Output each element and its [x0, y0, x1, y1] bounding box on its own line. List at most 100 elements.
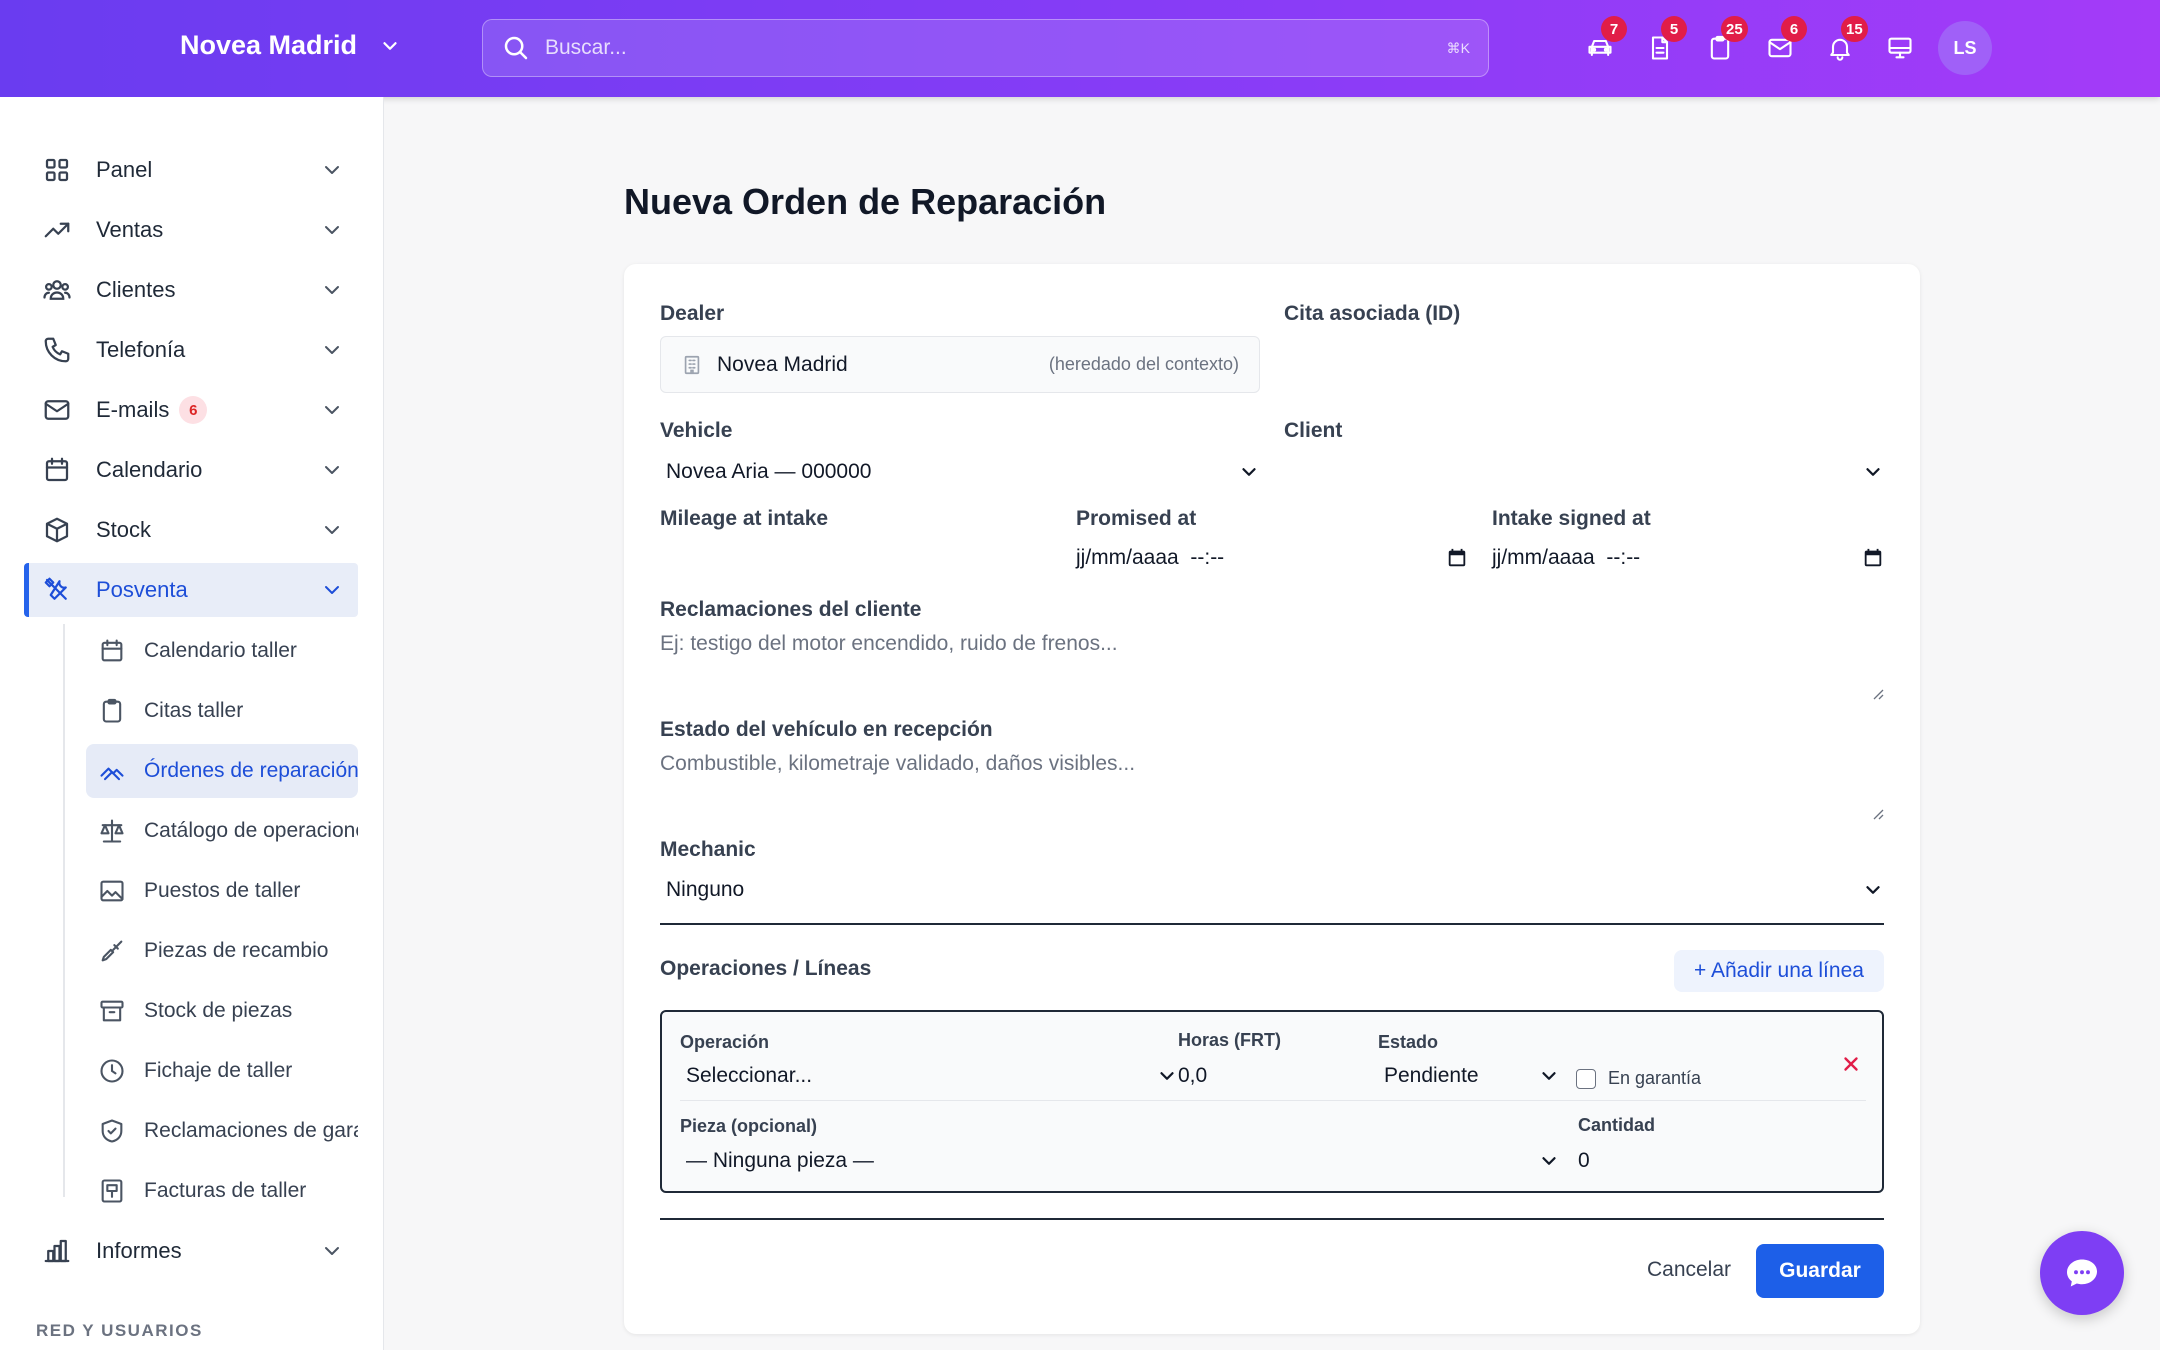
sidebar-item-informes[interactable]: Informes	[24, 1224, 358, 1278]
save-button[interactable]: Guardar	[1756, 1244, 1884, 1298]
sidebar-item-label: Stock	[96, 517, 152, 542]
grid-icon	[45, 158, 69, 182]
sidebar-item-stock[interactable]: Stock	[24, 503, 358, 557]
footer-divider	[660, 1218, 1884, 1220]
sidebar-item-telefonia[interactable]: Telefonía	[24, 323, 358, 377]
tools-icon	[44, 577, 67, 600]
sidebar-section-label: RED Y USUARIOS	[36, 1321, 203, 1340]
sidebar-subitem-stock-piezas[interactable]: Stock de piezas	[86, 984, 358, 1038]
sidebar-subitem-calendario-taller[interactable]: Calendario taller	[86, 624, 358, 678]
sidebar-subitem-catalogo-operaciones[interactable]: Catálogo de operaciones	[86, 804, 358, 858]
claims-placeholder: Ej: testigo del motor encendido, ruido d…	[660, 632, 1118, 655]
repair-order-form: Dealer Novea Madrid (heredado del contex…	[624, 264, 1920, 1334]
sidebar-subitem-piezas-recambio[interactable]: Piezas de recambio	[86, 924, 358, 978]
sidebar-item-clientes[interactable]: Clientes	[24, 263, 358, 317]
sidebar-subitem-reclamaciones-garantia[interactable]: Reclamaciones de garantía	[86, 1104, 358, 1158]
image-icon	[100, 880, 124, 902]
operation-select[interactable]: Seleccionar...	[680, 1060, 1178, 1092]
document-badge: 5	[1661, 16, 1687, 42]
sidebar-subitem-ordenes-reparacion[interactable]: Órdenes de reparación	[86, 744, 359, 798]
sidebar-item-label: Telefonía	[96, 337, 186, 362]
resize-grip-icon[interactable]	[1870, 806, 1884, 820]
add-line-button[interactable]: + Añadir una línea	[1674, 950, 1884, 992]
invoice-icon	[101, 1179, 123, 1203]
notifications-button[interactable]: 15	[1810, 16, 1870, 68]
header-icons: 7 5 25 6 15	[1570, 16, 1930, 68]
dealer-value: Novea Madrid	[717, 352, 848, 376]
cita-label: Cita asociada (ID)	[1284, 302, 1461, 325]
monitor-icon	[1888, 37, 1912, 59]
quantity-input[interactable]: 0	[1578, 1144, 1858, 1178]
documents-button[interactable]: 5	[1630, 16, 1690, 68]
mail-icon	[44, 400, 70, 420]
screwdriver-icon	[101, 940, 123, 962]
claims-textarea[interactable]: Ej: testigo del motor encendido, ruido d…	[660, 626, 1884, 706]
dealer-switcher[interactable]: Novea Madrid	[180, 30, 401, 61]
sidebar-item-label: Calendario	[96, 457, 203, 482]
dealer-field: Novea Madrid (heredado del contexto)	[660, 336, 1260, 393]
checkbox-box[interactable]	[1576, 1068, 1596, 1089]
users-icon	[43, 280, 71, 300]
monitor-button[interactable]	[1870, 28, 1930, 68]
client-select[interactable]	[1284, 452, 1884, 492]
promised-value: jj/mm/aaaa --:--	[1076, 546, 1225, 569]
part-label: Pieza (opcional)	[680, 1116, 818, 1136]
sidebar-item-calendario[interactable]: Calendario	[24, 443, 358, 497]
sidebar-subitem-citas-taller[interactable]: Citas taller	[86, 684, 358, 738]
user-avatar[interactable]: LS	[1938, 21, 1992, 75]
chevron-down-icon	[383, 41, 397, 50]
search-input[interactable]	[545, 36, 1447, 60]
hours-input[interactable]: 0,0	[1178, 1060, 1358, 1092]
chevron-down-icon	[325, 466, 339, 474]
warranty-checkbox[interactable]: En garantía	[1576, 1068, 1701, 1089]
clipboard-icon	[102, 698, 122, 723]
sidebar-item-panel[interactable]: Panel	[24, 143, 358, 197]
chevron-down-icon	[1866, 468, 1880, 476]
sidebar-item-ventas[interactable]: Ventas	[24, 203, 358, 257]
mechanic-select[interactable]: Ninguno	[660, 870, 1884, 910]
resize-grip-icon[interactable]	[1870, 686, 1884, 700]
calendar-icon	[101, 639, 123, 662]
sidebar-item-label: Clientes	[96, 277, 176, 302]
archive-icon	[100, 1000, 124, 1022]
cita-input[interactable]	[1284, 336, 1884, 393]
status-select[interactable]: Pendiente	[1378, 1060, 1560, 1092]
mail-button[interactable]: 6	[1750, 16, 1810, 68]
chevron-down-icon	[325, 226, 339, 234]
chat-button[interactable]	[2040, 1231, 2124, 1315]
mileage-input[interactable]	[660, 537, 1050, 577]
cancel-button[interactable]: Cancelar	[1624, 1244, 1754, 1296]
car-notifications-button[interactable]: 7	[1570, 16, 1630, 68]
sidebar-item-label: E-mails	[96, 397, 170, 422]
car-badge: 7	[1601, 16, 1627, 42]
tasks-button[interactable]: 25	[1690, 16, 1750, 68]
promised-datetime-input[interactable]: jj/mm/aaaa --:--	[1076, 544, 1468, 572]
remove-line-icon[interactable]	[1840, 1053, 1862, 1075]
sidebar-item-emails[interactable]: E-mails 6	[24, 383, 358, 437]
subitem-label: Facturas de taller	[144, 1179, 307, 1202]
vehicle-select[interactable]: Novea Aria — 000000	[660, 452, 1260, 492]
vehicle-state-placeholder: Combustible, kilometraje validado, daños…	[660, 752, 1136, 775]
subitem-label: Fichaje de taller	[144, 1059, 293, 1082]
clipboard-badge: 25	[1721, 16, 1748, 42]
intake-datetime-input[interactable]: jj/mm/aaaa --:--	[1492, 544, 1884, 572]
vehicle-state-textarea[interactable]: Combustible, kilometraje validado, daños…	[660, 746, 1884, 826]
vehicle-label: Vehicle	[660, 419, 733, 442]
sidebar-subitem-puestos-taller[interactable]: Puestos de taller	[86, 864, 358, 918]
chevron-down-icon	[325, 406, 339, 414]
phone-icon	[44, 337, 70, 363]
scale-icon	[100, 819, 124, 843]
sidebar-subitem-fichaje-taller[interactable]: Fichaje de taller	[86, 1044, 358, 1098]
subitem-label: Calendario taller	[144, 639, 297, 662]
hours-label: Horas (FRT)	[1178, 1030, 1281, 1050]
search-bar[interactable]: ⌘K	[482, 19, 1489, 77]
sidebar-item-posventa[interactable]: Posventa	[24, 563, 358, 617]
subitem-label: Stock de piezas	[144, 999, 293, 1022]
submenu-divider	[63, 624, 65, 1197]
top-bar: Novea Madrid ⌘K 7 5 25 6 15 L	[0, 0, 2160, 97]
part-select[interactable]: — Ninguna pieza —	[680, 1144, 1560, 1178]
sidebar-subitem-facturas-taller[interactable]: Facturas de taller	[86, 1164, 358, 1218]
chevron-down-icon	[325, 166, 339, 174]
emails-badge: 6	[179, 396, 208, 424]
status-value: Pendiente	[1384, 1064, 1479, 1087]
